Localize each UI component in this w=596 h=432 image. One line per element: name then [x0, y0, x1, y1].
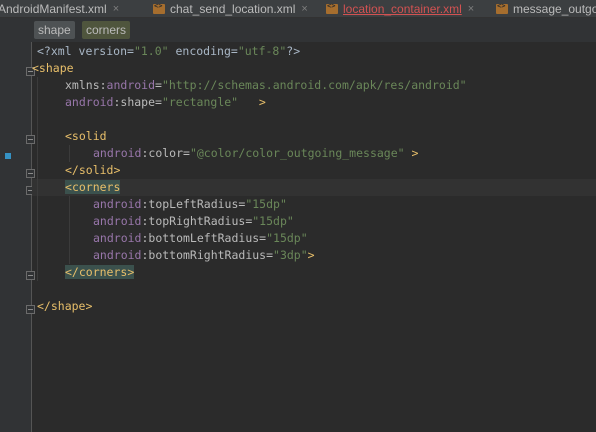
code-line: [32, 111, 596, 128]
code-line: </solid>: [32, 162, 596, 179]
xml-file-icon: [153, 2, 165, 14]
xml-file-icon: [496, 2, 508, 14]
code-line: android:color="@color/color_outgoing_mes…: [32, 145, 596, 162]
editor-tab-bar: AndroidManifest.xml × chat_send_location…: [0, 0, 596, 18]
tab-androidmanifest[interactable]: AndroidManifest.xml ×: [0, 0, 119, 17]
close-icon[interactable]: ×: [113, 3, 119, 15]
change-marker-icon: [5, 153, 11, 159]
tab-label: AndroidManifest.xml: [0, 1, 107, 16]
breadcrumb-item-shape[interactable]: shape: [34, 21, 75, 39]
tab-label: chat_send_location.xml: [170, 1, 296, 16]
code-line: android:topRightRadius="15dp": [32, 213, 596, 230]
code-line: <solid: [32, 128, 596, 145]
code-line: </shape>: [37, 299, 93, 313]
tab-location-container[interactable]: location_container.xml ×: [326, 0, 474, 17]
close-icon[interactable]: ×: [468, 3, 474, 15]
code-line: xmlns:android="http://schemas.android.co…: [32, 77, 596, 94]
tab-message-outgoing[interactable]: message_outgoing: [496, 0, 596, 17]
code-line: <shape: [32, 61, 74, 75]
breadcrumb: shape corners: [0, 18, 596, 42]
code-line: android:bottomLeftRadius="15dp": [32, 230, 596, 247]
tab-chat-send-location[interactable]: chat_send_location.xml ×: [153, 0, 308, 17]
code-line-current: <corners: [32, 179, 596, 196]
close-icon[interactable]: ×: [301, 3, 307, 15]
code-line: android:shape="rectangle" >: [32, 94, 596, 111]
code-line: </corners>: [32, 264, 596, 281]
xml-file-icon: [326, 2, 338, 14]
breadcrumb-item-corners[interactable]: corners: [82, 21, 131, 39]
code-line: android:topLeftRadius="15dp": [32, 196, 596, 213]
code-line: android:bottomRightRadius="3dp">: [32, 247, 596, 264]
code-line: <?xml version="1.0" encoding="utf-8"?>: [37, 44, 301, 58]
code-editor[interactable]: <?xml version="1.0" encoding="utf-8"?> <…: [32, 42, 596, 432]
tab-label: location_container.xml: [343, 1, 462, 16]
tab-label: message_outgoing: [513, 1, 596, 16]
editor-gutter: [0, 42, 31, 432]
